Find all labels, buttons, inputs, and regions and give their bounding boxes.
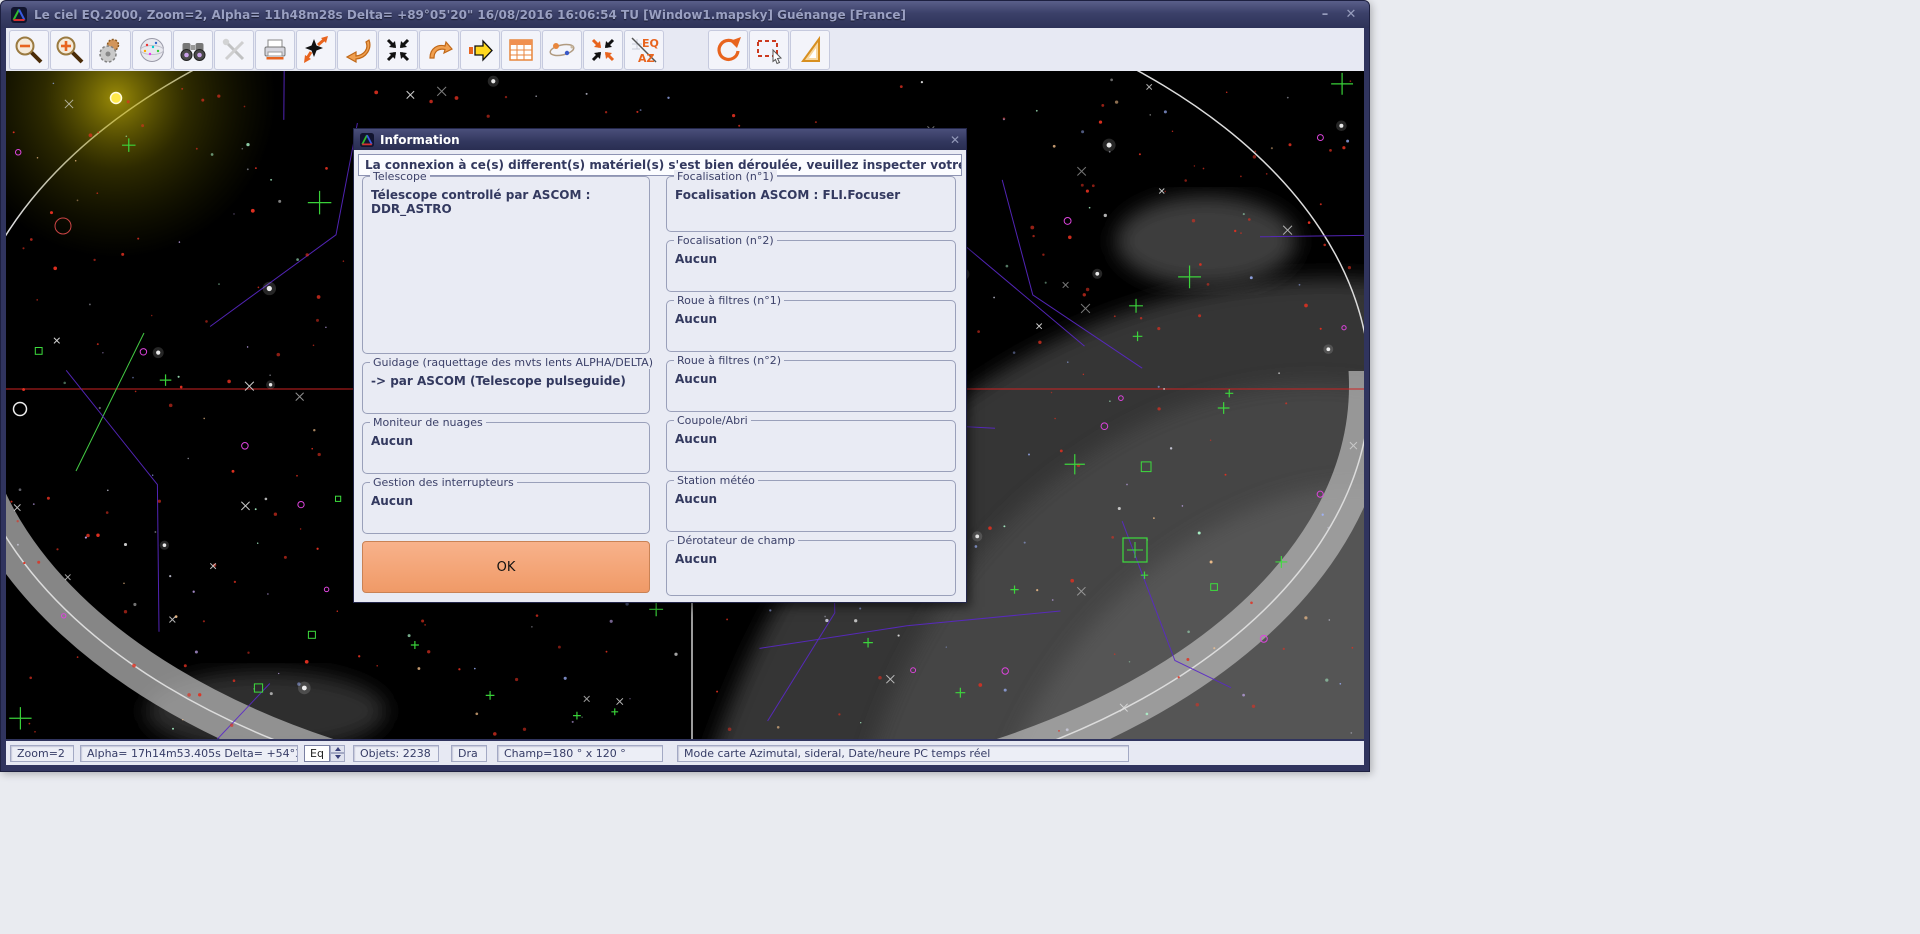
information-dialog: Information ✕ La connexion à ce(s) diffe… <box>353 128 967 603</box>
field-rotation-button[interactable] <box>708 30 748 70</box>
status-field: Champ=180 ° x 120 ° <box>497 745 663 762</box>
recenter-star-icon <box>301 35 331 65</box>
selection-zone-button[interactable] <box>749 30 789 70</box>
group-focuser-1: Focalisation (n°1) Focalisation ASCOM : … <box>666 176 956 232</box>
zoom-out-button[interactable] <box>9 30 49 70</box>
ecliptic-line <box>76 333 144 471</box>
app-logo-icon <box>11 7 27 23</box>
tools-disabled-button <box>214 30 254 70</box>
status-bar: Zoom=2 Alpha= 17h14m53.405s Delta= +54°3… <box>6 741 1364 765</box>
selection-rect-icon <box>754 35 784 65</box>
solar-system-button[interactable] <box>542 30 582 70</box>
collapse-arrows-icon <box>383 35 413 65</box>
eq-az-toggle-button[interactable]: EQ AZ <box>624 30 664 70</box>
frame-value[interactable]: Eq <box>304 745 330 762</box>
frame-spinner-up[interactable] <box>330 745 345 754</box>
dialog-title: Information <box>380 133 460 147</box>
step-forward-button[interactable] <box>460 30 500 70</box>
group-cloud-monitor: Moniteur de nuages Aucun <box>362 422 650 474</box>
status-zoom: Zoom=2 <box>10 745 74 762</box>
group-guiding: Guidage (raquettage des mvts lents ALPHA… <box>362 362 650 414</box>
ok-button[interactable]: OK <box>362 541 650 593</box>
set-square-icon <box>795 35 825 65</box>
binoculars-button[interactable] <box>173 30 213 70</box>
measure-angle-button[interactable] <box>790 30 830 70</box>
main-toolbar: EQ AZ <box>6 28 1364 71</box>
status-constellation: Dra <box>451 745 487 762</box>
solar-system-icon <box>547 35 577 65</box>
status-coordinates: Alpha= 17h14m53.405s Delta= +54°36'11.43… <box>80 745 298 762</box>
collapse-view-button[interactable] <box>378 30 418 70</box>
group-weather-station: Station météo Aucun <box>666 480 956 532</box>
crossed-tools-icon <box>219 35 249 65</box>
window-titlebar[interactable]: Le ciel EQ.2000, Zoom=2, Alpha= 11h48m28… <box>1 1 1369 28</box>
dialog-close-button[interactable]: ✕ <box>950 133 960 147</box>
ephemeris-table-button[interactable] <box>501 30 541 70</box>
rotation-arrow-icon <box>713 35 743 65</box>
print-button[interactable] <box>255 30 295 70</box>
step-arrow-icon <box>465 35 495 65</box>
group-switches: Gestion des interrupteurs Aucun <box>362 482 650 534</box>
zoom-in-icon <box>55 35 85 65</box>
group-focuser-2: Focalisation (n°2) Aucun <box>666 240 956 292</box>
status-objects: Objets: 2238 <box>353 745 439 762</box>
printer-icon <box>260 35 290 65</box>
restore-arrow-icon <box>424 35 454 65</box>
sun <box>6 71 276 258</box>
dialog-right-column: Focalisation (n°1) Focalisation ASCOM : … <box>666 176 956 596</box>
svg-text:AZ: AZ <box>638 52 655 65</box>
group-filter-wheel-2: Roue à filtres (n°2) Aucun <box>666 360 956 412</box>
recenter-star-button[interactable] <box>296 30 336 70</box>
collapse-sky-icon <box>588 35 618 65</box>
frame-spinner-down[interactable] <box>330 753 345 762</box>
dialog-left-column: Telescope Télescope controllé par ASCOM … <box>362 176 650 593</box>
group-filter-wheel-1: Roue à filtres (n°1) Aucun <box>666 300 956 352</box>
table-icon <box>506 35 536 65</box>
window-title: Le ciel EQ.2000, Zoom=2, Alpha= 11h48m28… <box>34 8 906 22</box>
binoculars-icon <box>178 35 208 65</box>
collapse-sky-button[interactable] <box>583 30 623 70</box>
minimize-button[interactable]: – <box>1317 7 1333 22</box>
close-button[interactable]: ✕ <box>1343 7 1359 22</box>
app-window: Le ciel EQ.2000, Zoom=2, Alpha= 11h48m28… <box>0 0 1370 772</box>
svg-text:EQ: EQ <box>642 37 659 50</box>
eq-az-icon: EQ AZ <box>629 35 659 65</box>
dialog-message: La connexion à ce(s) different(s) matéri… <box>358 154 962 176</box>
group-telescope: Telescope Télescope controllé par ASCOM … <box>362 176 650 354</box>
dialog-logo-icon <box>360 133 374 147</box>
settings-gears-button[interactable] <box>91 30 131 70</box>
zoom-in-button[interactable] <box>50 30 90 70</box>
celestial-sphere-button[interactable] <box>132 30 172 70</box>
group-dome: Coupole/Abri Aucun <box>666 420 956 472</box>
cardinal-point-marker <box>14 403 27 416</box>
zoom-out-icon <box>14 35 44 65</box>
restore-view-button[interactable] <box>419 30 459 70</box>
status-mode: Mode carte Azimutal, sideral, Date/heure… <box>677 745 1129 762</box>
celestial-sphere-icon <box>137 35 167 65</box>
gears-icon <box>96 35 126 65</box>
group-derotator: Dérotateur de champ Aucun <box>666 540 956 596</box>
dialog-titlebar[interactable]: Information ✕ <box>354 129 966 150</box>
flip-view-button[interactable] <box>337 30 377 70</box>
frame-selector[interactable]: Eq <box>304 745 345 762</box>
flip-arrow-icon <box>342 35 372 65</box>
